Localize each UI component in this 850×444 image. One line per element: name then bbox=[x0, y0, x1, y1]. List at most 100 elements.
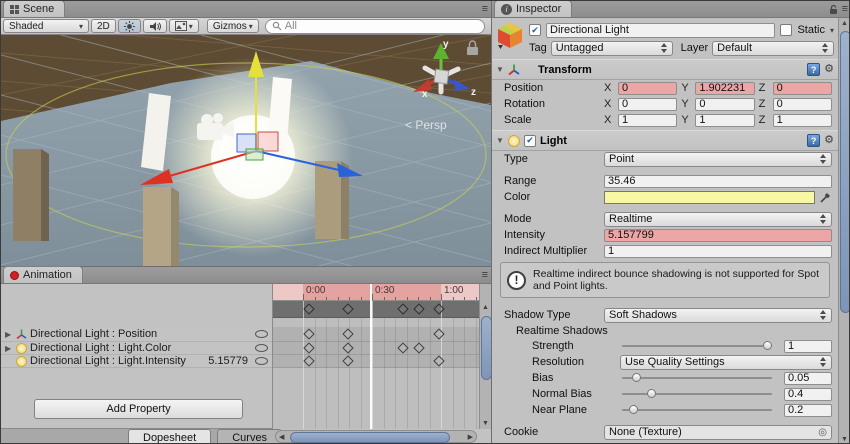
audio-toggle[interactable] bbox=[143, 19, 167, 33]
eyedropper-icon[interactable] bbox=[819, 191, 832, 204]
position-z-input[interactable] bbox=[773, 82, 832, 95]
move-gizmo-plane-x[interactable] bbox=[258, 132, 278, 151]
hscroll-thumb[interactable] bbox=[290, 432, 450, 443]
object-picker-icon[interactable]: ◎ bbox=[818, 427, 827, 438]
layer-dropdown[interactable]: Default bbox=[712, 41, 834, 56]
property-row-light-color[interactable]: ▶ Directional Light : Light.Color bbox=[1, 342, 272, 355]
persp-label[interactable]: < Persp bbox=[405, 118, 447, 132]
inspector-panel-menu-icon[interactable]: ≡ bbox=[842, 3, 848, 15]
gizmos-dropdown[interactable]: Gizmos ▾ bbox=[207, 19, 259, 33]
shadow-type-dropdown[interactable]: Soft Shadows bbox=[604, 308, 832, 323]
shaded-dropdown[interactable]: Shaded ▾ bbox=[3, 19, 89, 33]
chevron-down-icon: ▾ bbox=[79, 22, 83, 31]
slider-knob[interactable] bbox=[632, 373, 641, 382]
lock-icon[interactable] bbox=[829, 4, 838, 15]
tab-dopesheet[interactable]: Dopesheet bbox=[128, 429, 211, 444]
bias-input[interactable] bbox=[784, 372, 832, 385]
tab-curves[interactable]: Curves bbox=[217, 429, 282, 444]
light-range-input[interactable] bbox=[604, 175, 832, 188]
slider-knob[interactable] bbox=[629, 405, 638, 414]
static-label: Static bbox=[797, 24, 825, 36]
rotation-y-input[interactable] bbox=[695, 98, 754, 111]
inspector-scrollbar[interactable]: ▲ ▼ bbox=[838, 18, 850, 444]
pillar-bottom[interactable] bbox=[143, 187, 179, 266]
effects-dropdown[interactable]: ▾ bbox=[169, 19, 199, 33]
scale-y-input[interactable] bbox=[695, 114, 754, 127]
help-icon[interactable]: ? bbox=[807, 134, 820, 147]
slider-knob[interactable] bbox=[647, 389, 656, 398]
vscroll-thumb[interactable] bbox=[840, 31, 850, 313]
property-row-position[interactable]: ▶ Directional Light : Position bbox=[1, 327, 272, 342]
rotation-z-input[interactable] bbox=[773, 98, 832, 111]
resolution-dropdown[interactable]: Use Quality Settings bbox=[620, 355, 832, 370]
scroll-up-icon[interactable]: ▲ bbox=[482, 304, 489, 311]
scale-x-input[interactable] bbox=[618, 114, 677, 127]
tab-animation[interactable]: Animation bbox=[3, 266, 83, 283]
light-type-dropdown[interactable]: Point bbox=[604, 152, 832, 167]
light-section-header[interactable]: ▼ ✔ Light ? ⚙ bbox=[492, 130, 838, 151]
light-indirect-input[interactable] bbox=[604, 245, 832, 258]
active-checkbox[interactable]: ✔ bbox=[529, 24, 541, 36]
timeline-hscrollbar[interactable]: ◀ ▶ bbox=[275, 430, 477, 443]
foldout-icon[interactable]: ▶ bbox=[5, 330, 13, 339]
keyframe-toggle-icon[interactable] bbox=[255, 357, 268, 365]
help-icon[interactable]: ? bbox=[807, 63, 820, 76]
lighting-toggle[interactable] bbox=[118, 19, 141, 33]
near-plane-input[interactable] bbox=[784, 404, 832, 417]
cookie-object-field[interactable]: None (Texture) ◎ bbox=[604, 425, 832, 440]
light-enabled-checkbox[interactable]: ✔ bbox=[524, 135, 536, 147]
scroll-down-icon[interactable]: ▼ bbox=[841, 436, 848, 443]
normal-bias-input[interactable] bbox=[784, 388, 832, 401]
bias-slider[interactable] bbox=[622, 377, 772, 379]
check-icon: ✔ bbox=[531, 25, 539, 36]
tag-dropdown[interactable]: Untagged bbox=[551, 41, 673, 56]
rotation-x-input[interactable] bbox=[618, 98, 677, 111]
property-row-light-intensity[interactable]: Directional Light : Light.Intensity 5.15… bbox=[1, 355, 272, 368]
animation-panel-menu-icon[interactable]: ≡ bbox=[482, 269, 488, 281]
scale-z-input[interactable] bbox=[773, 114, 832, 127]
slider-knob[interactable] bbox=[763, 341, 772, 350]
scroll-right-icon[interactable]: ▶ bbox=[468, 433, 473, 441]
dopesheet-timeline[interactable]: 0:000:301:00 bbox=[273, 284, 479, 429]
tab-scene[interactable]: Scene bbox=[3, 0, 65, 17]
grid-line bbox=[326, 318, 327, 429]
rotation-label: Rotation bbox=[504, 98, 600, 110]
position-y-input[interactable] bbox=[695, 82, 754, 95]
foldout-icon[interactable]: ▼ bbox=[496, 136, 504, 145]
static-dropdown-icon[interactable]: ▾ bbox=[830, 26, 834, 35]
scene-search-input[interactable]: All bbox=[265, 19, 485, 34]
foldout-icon[interactable]: ▶ bbox=[5, 344, 13, 353]
pillar-left[interactable] bbox=[13, 149, 49, 241]
keyframe-toggle-icon[interactable] bbox=[255, 344, 268, 352]
gear-icon[interactable]: ⚙ bbox=[824, 135, 834, 146]
static-checkbox[interactable] bbox=[780, 24, 792, 36]
speaker-icon bbox=[149, 21, 161, 32]
tab-inspector[interactable]: i Inspector bbox=[494, 0, 572, 17]
light-color-swatch[interactable] bbox=[604, 191, 815, 204]
light-intensity-input[interactable] bbox=[604, 229, 832, 242]
playhead[interactable] bbox=[370, 284, 372, 429]
strength-slider[interactable] bbox=[622, 345, 772, 347]
scroll-up-icon[interactable]: ▲ bbox=[841, 20, 848, 27]
add-property-button[interactable]: Add Property bbox=[34, 399, 243, 419]
scroll-left-icon[interactable]: ◀ bbox=[279, 433, 284, 441]
near-plane-slider[interactable] bbox=[622, 409, 772, 411]
keyframe-toggle-icon[interactable] bbox=[255, 330, 268, 338]
light-mode-dropdown[interactable]: Realtime bbox=[604, 212, 832, 227]
normal-bias-slider[interactable] bbox=[622, 393, 772, 395]
gameobject-name-input[interactable] bbox=[546, 23, 775, 38]
scroll-down-icon[interactable]: ▼ bbox=[482, 420, 489, 427]
timeline-ruler[interactable]: 0:000:301:00 bbox=[273, 284, 479, 301]
strength-input[interactable] bbox=[784, 340, 832, 353]
2d-toggle[interactable]: 2D bbox=[91, 19, 116, 33]
transform-section-header[interactable]: ▼ Transform ? ⚙ bbox=[492, 59, 838, 80]
position-x-input[interactable] bbox=[618, 82, 677, 95]
foldout-icon[interactable]: ▼ bbox=[496, 65, 504, 74]
timeline-vscrollbar[interactable]: ▲ ▼ bbox=[479, 284, 491, 429]
popup-arrow-icon bbox=[820, 357, 827, 367]
gear-icon[interactable]: ⚙ bbox=[824, 64, 834, 75]
scene-panel-menu-icon[interactable]: ≡ bbox=[482, 3, 488, 15]
gizmo-center-cube[interactable] bbox=[434, 69, 449, 84]
scene-3d-viewport[interactable]: y x z < Persp bbox=[1, 35, 491, 266]
move-gizmo-plane-y[interactable] bbox=[246, 149, 263, 160]
